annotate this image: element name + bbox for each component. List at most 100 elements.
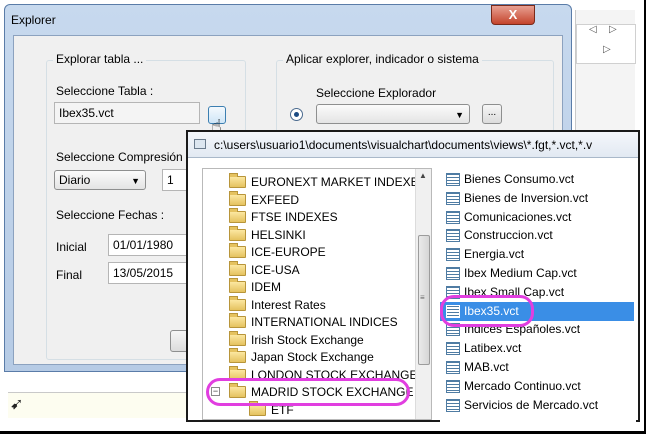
folder-icon (249, 400, 266, 416)
end-date-field[interactable]: 13/05/2015 (108, 262, 192, 284)
tree-item-label: HELSINKI (251, 227, 306, 242)
folder-icon (229, 348, 246, 363)
explorer-select-label: Seleccione Explorador (316, 86, 437, 100)
tree-item-label: ICE-USA (251, 262, 300, 277)
tree-item-label: EXFEED (251, 192, 300, 207)
file-item[interactable]: MAB.vct (440, 358, 634, 377)
folder-icon (229, 173, 246, 188)
scroll-up-icon[interactable]: ▲ (419, 171, 427, 180)
dates-label: Seleccione Fechas : (56, 208, 165, 222)
tree-item[interactable]: ETF (203, 400, 413, 419)
file-list[interactable]: Bienes Consumo.vct Bienes de Inversion.vc… (440, 168, 636, 422)
file-item[interactable]: Energia.vct (440, 245, 634, 264)
file-item-label: Indices Españoles.vct (464, 322, 581, 337)
compression-value: Diario (59, 173, 91, 187)
folder-icon (229, 190, 246, 206)
tree-item[interactable]: HELSINKI (203, 225, 413, 244)
scroll-grip-icon: ≡ (420, 293, 425, 302)
arrow-right-icon[interactable]: ▷ (609, 24, 617, 35)
end-date-label: Final (56, 268, 83, 282)
compression-label: Seleccione Compresión : (56, 150, 190, 164)
path-text: c:\users\usuario1\documents\visualchart\… (214, 138, 593, 152)
arrow-left-icon[interactable]: ◁ (589, 24, 597, 35)
compression-select[interactable]: Diario ▼ (54, 170, 146, 190)
vct-file-icon (446, 229, 460, 243)
folder-icon (229, 365, 246, 381)
tree-item[interactable]: IDEM (203, 278, 413, 296)
folder-icon (229, 313, 246, 328)
tree-item-label: EURONEXT MARKET INDEXES (251, 175, 427, 189)
file-item[interactable]: Ibex35.vct (440, 301, 634, 321)
pointer-tool-icon[interactable]: ➹ (10, 394, 30, 414)
file-item[interactable]: Ibex Medium Cap.vct (440, 264, 634, 283)
file-item-label: Bienes Consumo.vct (464, 172, 575, 186)
vct-file-icon (446, 173, 460, 186)
file-item[interactable]: Latibex.vct (440, 339, 634, 358)
window-icon (194, 139, 206, 149)
file-item-label: Ibex35.vct (464, 303, 519, 318)
tree-item[interactable]: EURONEXT MARKET INDEXES (203, 173, 427, 191)
tree-item[interactable]: ICE-EUROPE (203, 243, 413, 261)
tree-item[interactable]: FTSE INDEXES (203, 208, 413, 226)
file-item-label: Ibex Small Cap.vct (464, 284, 565, 299)
file-item[interactable]: Servicios de Mercado.vct (440, 396, 634, 415)
explore-group-title: Explorar tabla ... (53, 52, 147, 66)
folder-icon (229, 208, 246, 223)
vct-file-icon (446, 398, 460, 412)
close-button[interactable]: X (491, 5, 535, 25)
folder-tree[interactable]: EURONEXT MARKET INDEXES EXFEED FTSE INDEXE… (202, 168, 432, 420)
tree-item[interactable]: ICE-USA (203, 260, 413, 279)
tree-item[interactable]: Japan Stock Exchange (203, 348, 413, 366)
file-item-label: Comunicaciones.vct (464, 209, 572, 224)
tree-item-label: ETF (271, 402, 294, 417)
tree-item-label: FTSE INDEXES (251, 210, 338, 224)
file-item-label: Construccion.vct (464, 228, 553, 243)
start-date-label: Inicial (56, 240, 87, 254)
tree-item[interactable]: EXFEED (203, 190, 413, 209)
vct-file-icon (446, 210, 460, 224)
tree-item[interactable]: INTERNATIONAL INDICES (203, 313, 413, 331)
chevron-down-icon: ▼ (455, 110, 464, 120)
folder-icon (229, 330, 246, 346)
tree-item-label: MADRID STOCK EXCHANGE (251, 385, 414, 399)
explorer-select[interactable]: ▼ (316, 104, 470, 124)
folder-icon (229, 260, 246, 276)
explorer-radio[interactable] (290, 108, 303, 121)
vct-file-icon (446, 267, 460, 280)
vct-file-icon (446, 361, 460, 374)
background-toolbar (8, 392, 188, 418)
file-item[interactable]: Bienes de Inversion.vct (440, 189, 634, 208)
vct-file-icon (446, 191, 460, 205)
folder-icon (229, 383, 246, 398)
collapse-icon[interactable]: − (211, 387, 220, 396)
tree-item[interactable]: − MADRID STOCK EXCHANGE (203, 383, 413, 401)
start-date-field[interactable]: 01/01/1980 (108, 234, 192, 256)
file-item[interactable]: Ibex Small Cap.vct (440, 283, 634, 302)
tree-item-label: Japan Stock Exchange (251, 350, 374, 364)
radio-selected-dot (294, 112, 299, 117)
table-field[interactable]: Ibex35.vct (54, 102, 200, 124)
tree-item[interactable]: LONDON STOCK EXCHANGE (203, 365, 417, 384)
vct-file-icon (446, 285, 460, 299)
tree-scrollbar[interactable]: ▲ ≡ (415, 169, 431, 419)
file-item-label: Mercado Continuo.vct (464, 378, 581, 393)
file-item[interactable]: Construccion.vct (440, 226, 634, 245)
file-item-label: Ibex Medium Cap.vct (464, 266, 577, 280)
tree-item[interactable]: Irish Stock Exchange (203, 330, 413, 349)
file-item[interactable]: Comunicaciones.vct (440, 208, 634, 227)
vct-file-icon (446, 379, 460, 393)
file-item-label: MAB.vct (464, 360, 509, 374)
file-item[interactable]: Bienes Consumo.vct (440, 170, 634, 189)
arrow-right-small-icon[interactable]: ▷ (603, 44, 611, 55)
tree-item[interactable]: Interest Rates (203, 295, 413, 314)
file-item-label: Latibex.vct (464, 341, 522, 356)
browse-explorer-button[interactable]: ... (482, 104, 502, 124)
apply-group: Aplicar explorer, indicador o sistema (276, 52, 554, 140)
tree-item-label: INTERNATIONAL INDICES (251, 315, 398, 329)
folder-icon (229, 278, 246, 293)
file-item[interactable]: Indices Españoles.vct (440, 320, 634, 339)
file-item[interactable]: Mercado Continuo.vct (440, 377, 634, 396)
file-item-label: Servicios de Mercado.vct (464, 397, 599, 412)
vct-file-icon (446, 342, 460, 356)
folder-icon (229, 243, 246, 258)
